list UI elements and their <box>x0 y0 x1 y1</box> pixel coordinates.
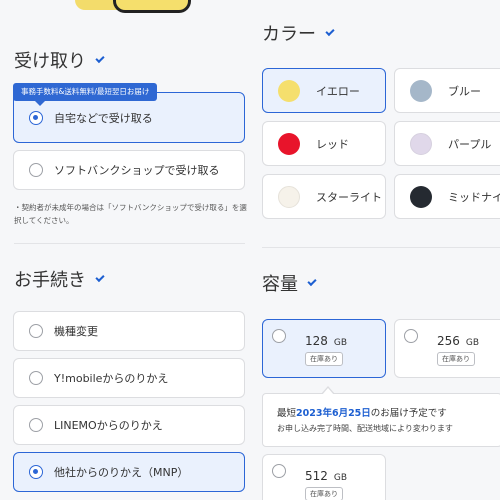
stock-badge: 在庫あり <box>437 352 475 366</box>
check-icon <box>307 276 317 286</box>
divider <box>14 243 245 244</box>
midnight-swatch-icon <box>410 185 432 208</box>
radio-button[interactable] <box>29 465 43 479</box>
color-option-midnight[interactable]: ミッドナイト <box>394 174 500 219</box>
procedure-option-mnp[interactable]: 他社からのりかえ（MNP） <box>13 452 245 492</box>
radio-button[interactable] <box>29 110 43 125</box>
capacity-size: 128 <box>305 334 328 348</box>
minor-note: ・契約者が未成年の場合は「ソフトバンクショップで受け取る」を選択してください。 <box>14 203 247 225</box>
check-icon <box>325 26 335 36</box>
radio-button[interactable] <box>404 329 418 343</box>
free-shipping-badge: 事務手数料&送料無料/最短翌日お届け <box>13 83 158 106</box>
radio-button[interactable] <box>29 324 43 338</box>
color-option-yellow[interactable]: イエロー <box>262 68 386 113</box>
stock-badge: 在庫あり <box>305 487 343 500</box>
receive-option-shop[interactable]: ソフトバンクショップで受け取る <box>13 150 245 190</box>
capacity-option-512[interactable]: 512 GB 在庫あり <box>262 454 386 500</box>
radio-button[interactable] <box>29 418 43 432</box>
radio-button[interactable] <box>29 163 43 177</box>
red-swatch-icon <box>278 132 300 155</box>
delivery-date: 2023年6月25日 <box>296 408 371 419</box>
color-section-title: カラー <box>262 20 335 46</box>
purple-swatch-icon <box>410 132 432 155</box>
capacity-option-128[interactable]: 128 GB 在庫あり <box>262 319 386 378</box>
procedure-option-ymobile[interactable]: Y!mobileからのりかえ <box>13 358 245 398</box>
capacity-section-title: 容量 <box>262 270 317 296</box>
receive-section-title: 受け取り <box>14 47 105 73</box>
divider <box>262 247 500 248</box>
radio-button[interactable] <box>272 464 286 478</box>
starlight-swatch-icon <box>278 185 300 208</box>
capacity-option-256[interactable]: 256 GB 在庫あり <box>394 319 500 378</box>
color-option-starlight[interactable]: スターライト <box>262 174 386 219</box>
capacity-unit: GB <box>465 338 480 348</box>
capacity-size: 512 <box>305 469 328 483</box>
radio-button[interactable] <box>29 371 43 385</box>
color-option-purple[interactable]: パープル <box>394 121 500 166</box>
color-option-red[interactable]: レッド <box>262 121 386 166</box>
radio-button[interactable] <box>272 329 286 343</box>
procedure-option-model-change[interactable]: 機種変更 <box>13 311 245 351</box>
blue-swatch-icon <box>410 79 432 102</box>
yellow-swatch-icon <box>278 79 300 102</box>
check-icon <box>95 272 105 282</box>
capacity-size: 256 <box>437 334 460 348</box>
capacity-unit: GB <box>333 473 348 483</box>
procedure-section-title: お手続き <box>14 266 105 292</box>
color-option-blue[interactable]: ブルー <box>394 68 500 113</box>
delivery-info-box: 最短2023年6月25日のお届け予定です お申し込み完了時間、配送地域により変わ… <box>262 386 500 447</box>
stock-badge: 在庫あり <box>305 352 343 366</box>
phone-preview-image <box>75 0 191 13</box>
delivery-note: お申し込み完了時間、配送地域により変わります <box>277 424 453 433</box>
check-icon <box>95 53 105 63</box>
procedure-option-linemo[interactable]: LINEMOからのりかえ <box>13 405 245 445</box>
capacity-unit: GB <box>333 338 348 348</box>
